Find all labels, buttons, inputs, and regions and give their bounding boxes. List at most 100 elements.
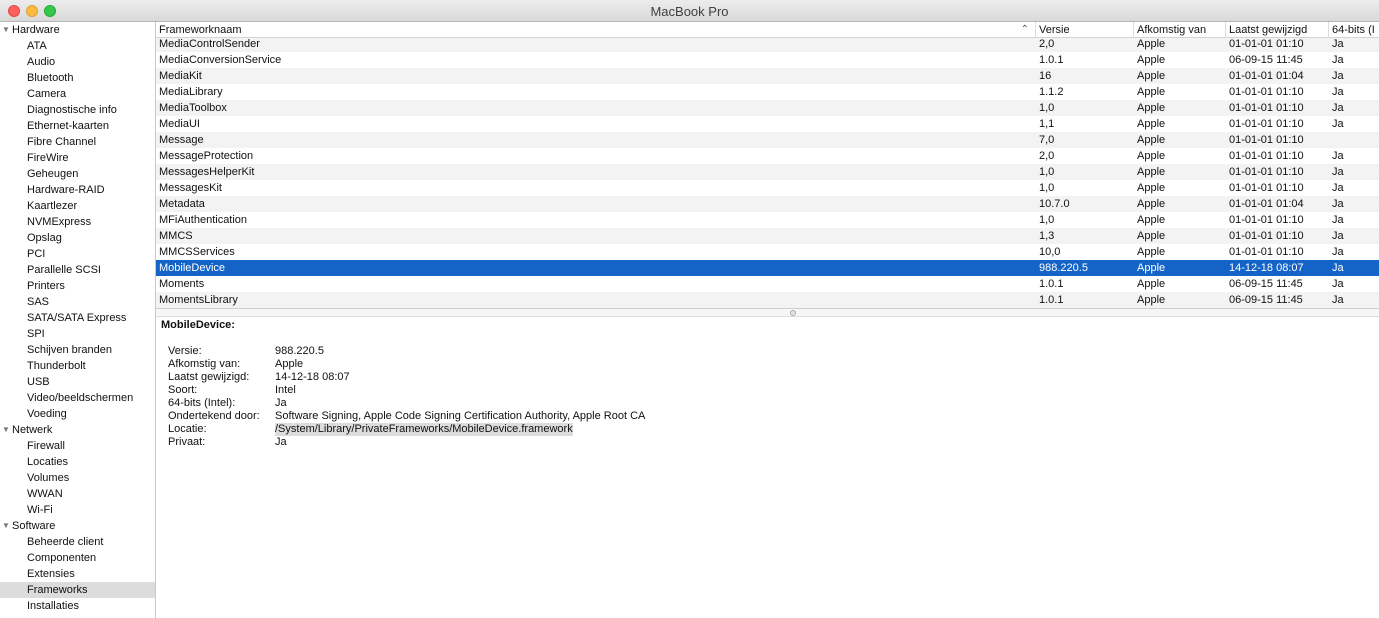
- sidebar-item[interactable]: Printers: [0, 278, 155, 294]
- disclosure-triangle-icon[interactable]: ▼: [2, 22, 12, 38]
- sidebar-item[interactable]: Frameworks: [0, 582, 155, 598]
- sidebar-item[interactable]: Geheugen: [0, 166, 155, 182]
- disclosure-triangle-icon[interactable]: ▼: [2, 518, 12, 534]
- property-row: Versie: 988.220.5: [168, 345, 645, 358]
- sidebar-item[interactable]: SPI: [0, 326, 155, 342]
- table-row[interactable]: MobileDevice 988.220.5 Apple 14-12-18 08:07…: [156, 260, 1379, 276]
- sidebar-item[interactable]: Kaartlezer: [0, 198, 155, 214]
- sidebar-item[interactable]: Camera: [0, 86, 155, 102]
- sidebar-item[interactable]: Opslag: [0, 230, 155, 246]
- table-row[interactable]: MediaControlSender 2,0 Apple 01-01-01 01:10…: [156, 36, 1379, 52]
- cell-version: 7,0: [1039, 134, 1055, 146]
- cell-source: Apple: [1137, 102, 1166, 114]
- table-row[interactable]: MediaLibrary 1.1.2 Apple 01-01-01 01:10 Ja: [156, 84, 1379, 100]
- sidebar-item[interactable]: WWAN: [0, 486, 155, 502]
- cell-64bit: Ja: [1332, 262, 1344, 274]
- table-row[interactable]: Moments 1.0.1 Apple 06-09-15 11:45 Ja: [156, 276, 1379, 292]
- table-row[interactable]: MMCSServices 10,0 Apple 01-01-01 01:10 Ja: [156, 244, 1379, 260]
- property-value: 14-12-18 08:07: [275, 371, 350, 383]
- sidebar-item[interactable]: Hardware-RAID: [0, 182, 155, 198]
- sidebar-item[interactable]: SATA/SATA Express: [0, 310, 155, 326]
- sidebar-group-software[interactable]: ▼ Software: [0, 518, 155, 534]
- property-value: Software Signing, Apple Code Signing Cer…: [275, 410, 646, 422]
- cell-modified: 01-01-01 01:04: [1229, 70, 1304, 82]
- sidebar-item[interactable]: Firewall: [0, 438, 155, 454]
- property-key: 64-bits (Intel):: [168, 397, 236, 409]
- disclosure-triangle-icon[interactable]: ▼: [2, 422, 12, 438]
- table-row[interactable]: MMCS 1,3 Apple 01-01-01 01:10 Ja: [156, 228, 1379, 244]
- table-row[interactable]: MediaToolbox 1,0 Apple 01-01-01 01:10 Ja: [156, 100, 1379, 116]
- cell-source: Apple: [1137, 38, 1166, 50]
- cell-modified: 01-01-01 01:10: [1229, 86, 1304, 98]
- sidebar-item[interactable]: Installaties: [0, 598, 155, 614]
- sidebar-item[interactable]: Voeding: [0, 406, 155, 422]
- column-header-source[interactable]: Afkomstig van: [1134, 22, 1226, 38]
- cell-version: 1.1.2: [1039, 86, 1064, 98]
- table-row[interactable]: Message 7,0 Apple 01-01-01 01:10: [156, 132, 1379, 148]
- property-key: Soort:: [168, 384, 198, 396]
- property-row: Laatst gewijzigd: 14-12-18 08:07: [168, 371, 645, 384]
- cell-modified: 06-09-15 11:45: [1229, 278, 1303, 290]
- splitter-handle-icon[interactable]: [790, 310, 796, 316]
- cell-name: Message: [159, 134, 204, 146]
- table-header: Frameworknaam ⌃ Versie Afkomstig van Laa…: [156, 22, 1379, 38]
- sidebar-item[interactable]: Thunderbolt: [0, 358, 155, 374]
- cell-64bit: Ja: [1332, 278, 1344, 290]
- property-row: Privaat: Ja: [168, 436, 645, 449]
- sidebar-item[interactable]: Fibre Channel: [0, 134, 155, 150]
- table-row[interactable]: MomentsLibrary 1.0.1 Apple 06-09-15 11:45 Ja: [156, 292, 1379, 308]
- table-row[interactable]: Metadata 10.7.0 Apple 01-01-01 01:04 Ja: [156, 196, 1379, 212]
- sidebar-item[interactable]: Schijven branden: [0, 342, 155, 358]
- table-row[interactable]: MediaConversionService 1.0.1 Apple 06-09-15…: [156, 52, 1379, 68]
- cell-64bit: Ja: [1332, 166, 1344, 178]
- table-row[interactable]: MediaKit 16 Apple 01-01-01 01:04 Ja: [156, 68, 1379, 84]
- column-header-name[interactable]: Frameworknaam ⌃: [156, 22, 1036, 38]
- property-key: Privaat:: [168, 436, 206, 448]
- cell-source: Apple: [1137, 246, 1166, 258]
- cell-source: Apple: [1137, 86, 1166, 98]
- cell-version: 1,3: [1039, 230, 1055, 242]
- sidebar-item[interactable]: NVMExpress: [0, 214, 155, 230]
- column-header-modified[interactable]: Laatst gewijzigd: [1226, 22, 1329, 38]
- sidebar-item[interactable]: Beheerde client: [0, 534, 155, 550]
- table-row[interactable]: MessagesHelperKit 1,0 Apple 01-01-01 01:10 J…: [156, 164, 1379, 180]
- sidebar-item[interactable]: Extensies: [0, 566, 155, 582]
- cell-modified: 01-01-01 01:10: [1229, 118, 1304, 130]
- sidebar-item[interactable]: SAS: [0, 294, 155, 310]
- cell-name: Metadata: [159, 198, 205, 210]
- sidebar-item[interactable]: Componenten: [0, 550, 155, 566]
- cell-name: MessagesHelperKit: [159, 166, 255, 178]
- sidebar-item[interactable]: Parallelle SCSI: [0, 262, 155, 278]
- property-key: Locatie:: [168, 423, 207, 435]
- sidebar-item[interactable]: Video/beeldschermen: [0, 390, 155, 406]
- sidebar-group-netwerk[interactable]: ▼ Netwerk: [0, 422, 155, 438]
- table-row[interactable]: MessagesKit 1,0 Apple 01-01-01 01:10 Ja: [156, 180, 1379, 196]
- sidebar-item[interactable]: USB: [0, 374, 155, 390]
- table-row[interactable]: MessageProtection 2,0 Apple 01-01-01 01:10 J…: [156, 148, 1379, 164]
- pane-splitter[interactable]: [156, 308, 1379, 317]
- cell-name: MessageProtection: [159, 150, 254, 162]
- cell-name: MobileDevice: [159, 262, 226, 274]
- sidebar-item[interactable]: Wi-Fi: [0, 502, 155, 518]
- sidebar-item[interactable]: FireWire: [0, 150, 155, 166]
- cell-64bit: Ja: [1332, 198, 1344, 210]
- column-header-version[interactable]: Versie: [1036, 22, 1134, 38]
- sidebar-item[interactable]: Volumes: [0, 470, 155, 486]
- table-row[interactable]: MediaUI 1,1 Apple 01-01-01 01:10 Ja: [156, 116, 1379, 132]
- cell-version: 2,0: [1039, 150, 1055, 162]
- sidebar-item[interactable]: ATA: [0, 38, 155, 54]
- sidebar-item[interactable]: Audio: [0, 54, 155, 70]
- sidebar-item[interactable]: Ethernet-kaarten: [0, 118, 155, 134]
- cell-modified: 14-12-18 08:07: [1229, 262, 1304, 274]
- cell-64bit: Ja: [1332, 54, 1344, 66]
- column-header-64bit[interactable]: 64-bits (I: [1329, 22, 1379, 38]
- sidebar-item[interactable]: Bluetooth: [0, 70, 155, 86]
- sidebar-item[interactable]: PCI: [0, 246, 155, 262]
- table-row[interactable]: MFiAuthentication 1,0 Apple 01-01-01 01:10 J…: [156, 212, 1379, 228]
- sidebar-group-hardware[interactable]: ▼ Hardware: [0, 22, 155, 38]
- sidebar-item[interactable]: Diagnostische info: [0, 102, 155, 118]
- sidebar-item[interactable]: Locaties: [0, 454, 155, 470]
- cell-name: MMCS: [159, 230, 193, 242]
- cell-modified: 01-01-01 01:10: [1229, 182, 1304, 194]
- cell-version: 1.0.1: [1039, 54, 1064, 66]
